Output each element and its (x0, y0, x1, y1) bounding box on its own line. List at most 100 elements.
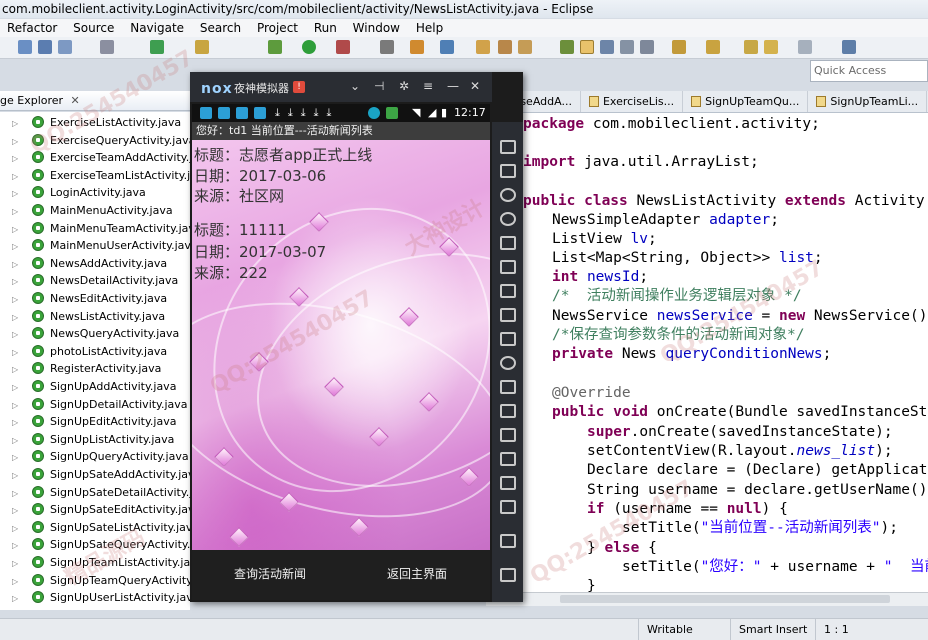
expand-arrow-icon[interactable]: ▷ (12, 361, 20, 378)
volume-down-icon[interactable] (500, 308, 516, 322)
package-explorer-item[interactable]: ▷ NewsEditActivity.java (12, 290, 167, 307)
expand-arrow-icon[interactable]: ▷ (12, 449, 20, 466)
expand-arrow-icon[interactable]: ▷ (12, 291, 20, 308)
expand-arrow-icon[interactable]: ▷ (12, 133, 20, 150)
expand-arrow-icon[interactable]: ▷ (12, 485, 20, 502)
expand-arrow-icon[interactable]: ▷ (12, 221, 20, 238)
back-nav-icon[interactable] (500, 500, 516, 514)
expand-arrow-icon[interactable]: ▷ (12, 344, 20, 361)
package-explorer-item[interactable]: ▷ SignUpEditActivity.java (12, 413, 176, 430)
news-title[interactable]: 标题：11111 (194, 220, 287, 240)
package-explorer-item[interactable]: ▷ SignUpUserListActivity.java (12, 589, 190, 606)
debug-icon[interactable] (268, 40, 282, 54)
news-list[interactable]: 标题：志愿者app正式上线 日期：2017-03-06 来源：社区网 标题：11… (192, 140, 490, 550)
new-icon[interactable] (18, 40, 32, 54)
tab-exercise-list[interactable]: ExerciseLis... (581, 91, 684, 112)
back-icon[interactable] (764, 40, 778, 54)
package-explorer-item[interactable]: ▷ photoListActivity.java (12, 343, 167, 360)
menu-icon[interactable]: ≡ (423, 79, 433, 93)
menu-project[interactable]: Project (257, 19, 298, 37)
news-title[interactable]: 标题：志愿者app正式上线 (194, 145, 372, 165)
menu-source[interactable]: Source (73, 19, 114, 37)
package-explorer-item[interactable]: ▷ MainMenuActivity.java (12, 202, 173, 219)
expand-arrow-icon[interactable]: ▷ (12, 150, 20, 167)
package-explorer-item[interactable]: ▷ MainMenuUserActivity.java (12, 237, 190, 254)
recent-apps-icon[interactable] (500, 568, 516, 582)
expand-arrow-icon[interactable]: ▷ (12, 502, 20, 519)
last-edit-icon[interactable] (744, 40, 758, 54)
external-tools-icon[interactable] (336, 40, 350, 54)
code-editor[interactable]: package com.mobileclient.activity; impor… (486, 113, 928, 592)
package-explorer-item[interactable]: ▷ NewsAddActivity.java (12, 255, 167, 272)
annotation-icon[interactable] (560, 40, 574, 54)
show-whitespace-icon[interactable] (600, 40, 614, 54)
package-explorer-item[interactable]: ▷ ExerciseQueryActivity.java (12, 132, 190, 149)
search-icon[interactable] (380, 40, 394, 54)
package-explorer-item[interactable]: ▷ SignUpSateDetailActivity.java (12, 484, 190, 501)
menu-help[interactable]: Help (416, 19, 443, 37)
expand-arrow-icon[interactable]: ▷ (12, 573, 20, 590)
keyboard-icon[interactable] (500, 236, 516, 250)
expand-arrow-icon[interactable]: ▷ (12, 520, 20, 537)
record-icon[interactable] (500, 428, 516, 442)
package-explorer-item[interactable]: ▷ SignUpTeamListActivity.java (12, 554, 190, 571)
expand-arrow-icon[interactable]: ▷ (12, 414, 20, 431)
open-type-icon[interactable] (195, 40, 209, 54)
package-explorer-item[interactable]: ▷ SignUpListActivity.java (12, 431, 174, 448)
run-icon[interactable] (302, 40, 316, 54)
expand-arrow-icon[interactable]: ▷ (12, 379, 20, 396)
package-explorer-item[interactable]: ▷ SignUpTeamQueryActivity.java (12, 572, 190, 589)
package-explorer-item[interactable]: ▷ SignUpSateEditActivity.java (12, 501, 190, 518)
expand-arrow-icon[interactable]: ▷ (12, 326, 20, 343)
loading-icon[interactable] (500, 356, 516, 370)
save-icon[interactable] (38, 40, 52, 54)
forward-icon[interactable] (798, 40, 812, 54)
menu-search[interactable]: Search (200, 19, 241, 37)
expand-arrow-icon[interactable]: ▷ (12, 555, 20, 572)
build-icon[interactable] (410, 40, 424, 54)
menu-refactor[interactable]: Refactor (7, 19, 57, 37)
paragraph-icon[interactable] (640, 40, 654, 54)
home-nav-icon[interactable] (500, 534, 516, 548)
volume-up-icon[interactable] (500, 284, 516, 298)
settings-icon[interactable]: ✲ (399, 79, 409, 93)
location-icon[interactable] (500, 212, 516, 226)
package-explorer-item[interactable]: ▷ MainMenuTeamActivity.java (12, 220, 190, 237)
package-explorer-item[interactable]: ▷ NewsListActivity.java (12, 308, 165, 325)
tab-signup-team-list[interactable]: SignUpTeamLi... (808, 91, 928, 112)
minimize-icon[interactable]: — (447, 79, 459, 93)
package-explorer-item[interactable]: ▷ NewsQueryActivity.java (12, 325, 179, 342)
screenshot-icon[interactable] (500, 404, 516, 418)
scrollbar-thumb[interactable] (560, 595, 890, 603)
package-explorer-item[interactable]: ▷ SignUpSateListActivity.java (12, 519, 190, 536)
print-icon[interactable] (100, 40, 114, 54)
package-explorer-item[interactable]: ▷ ExerciseTeamAddActivity.java (12, 149, 190, 166)
save-all-icon[interactable] (58, 40, 72, 54)
expand-arrow-icon[interactable]: ▷ (12, 238, 20, 255)
dropdown-icon[interactable]: ⌄ (350, 79, 360, 93)
expand-arrow-icon[interactable]: ▷ (12, 256, 20, 273)
package-explorer-item[interactable]: ▷ ExerciseListActivity.java (12, 114, 181, 131)
package-explorer-item[interactable]: ▷ SignUpQueryActivity.java (12, 448, 189, 465)
expand-arrow-icon[interactable]: ▷ (12, 537, 20, 554)
expand-arrow-icon[interactable]: ▷ (12, 590, 20, 607)
prev-annotation-icon[interactable] (706, 40, 720, 54)
apk-icon[interactable] (500, 164, 516, 178)
expand-arrow-icon[interactable]: ▷ (12, 309, 20, 326)
phone-icon[interactable] (500, 140, 516, 154)
package-explorer-item[interactable]: ▷ SignUpSateQueryActivity.java (12, 536, 190, 553)
package-explorer-item[interactable]: ▷ SignUpAddActivity.java (12, 378, 176, 395)
shake-icon[interactable] (500, 380, 516, 394)
perspective-icon[interactable] (842, 40, 856, 54)
more-icon[interactable] (500, 452, 516, 466)
expand-arrow-icon[interactable]: ▷ (12, 432, 20, 449)
package-explorer-item[interactable]: ▷ NewsDetailActivity.java (12, 272, 178, 289)
menu-navigate[interactable]: Navigate (130, 19, 184, 37)
expand-arrow-icon[interactable]: ▷ (12, 203, 20, 220)
package-explorer-item[interactable]: ▷ LoginActivity.java (12, 184, 146, 201)
pencil-icon[interactable] (518, 40, 532, 54)
folder-icon[interactable] (476, 40, 490, 54)
package-explorer-item[interactable]: ▷ SignUpSateAddActivity.java (12, 466, 190, 483)
back-main-button[interactable]: 返回主界面 (387, 566, 447, 582)
quick-access-input[interactable]: Quick Access (810, 60, 928, 82)
